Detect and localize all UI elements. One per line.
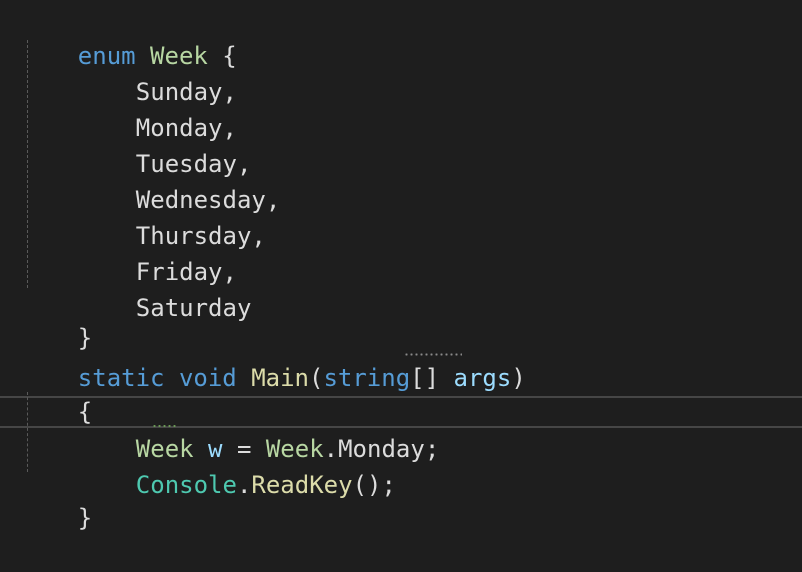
array-brackets: []	[410, 364, 440, 392]
void-keyword: void	[178, 364, 237, 392]
code-line-12[interactable]: Week w = Week.Monday;	[20, 395, 439, 463]
close-brace-main: }	[77, 504, 93, 532]
code-line-9[interactable]: }	[20, 284, 92, 352]
variable-w-warning-squiggle	[152, 424, 178, 428]
code-line-3[interactable]: Monday,	[20, 74, 237, 142]
close-paren: )	[511, 364, 526, 392]
code-line-7[interactable]: Friday,	[20, 218, 237, 286]
call-parens: ()	[352, 471, 382, 499]
code-line-11[interactable]: {	[20, 358, 92, 426]
enum-member: Saturday	[135, 294, 252, 322]
code-line-2[interactable]: Sunday,	[20, 38, 237, 106]
code-line-13[interactable]: Console.ReadKey();	[20, 431, 396, 499]
code-line-1[interactable]: enum Week {	[20, 2, 237, 70]
readkey-method: ReadKey	[251, 471, 353, 499]
code-line-6[interactable]: Thursday,	[20, 182, 266, 250]
semicolon: ;	[381, 471, 396, 499]
console-class: Console	[135, 471, 237, 499]
code-line-4[interactable]: Tuesday,	[20, 110, 252, 178]
semicolon: ;	[424, 435, 440, 463]
open-paren: (	[309, 364, 324, 392]
args-unused-hint	[404, 353, 462, 356]
code-line-14[interactable]: }	[20, 464, 92, 532]
dot: .	[236, 471, 252, 499]
method-name: Main	[251, 364, 309, 392]
string-keyword: string	[323, 364, 411, 392]
code-editor[interactable]: enum Week { Sunday, Monday, Tuesday, Wed…	[0, 0, 802, 532]
code-line-5[interactable]: Wednesday,	[20, 146, 281, 214]
param-args: args	[453, 364, 512, 392]
